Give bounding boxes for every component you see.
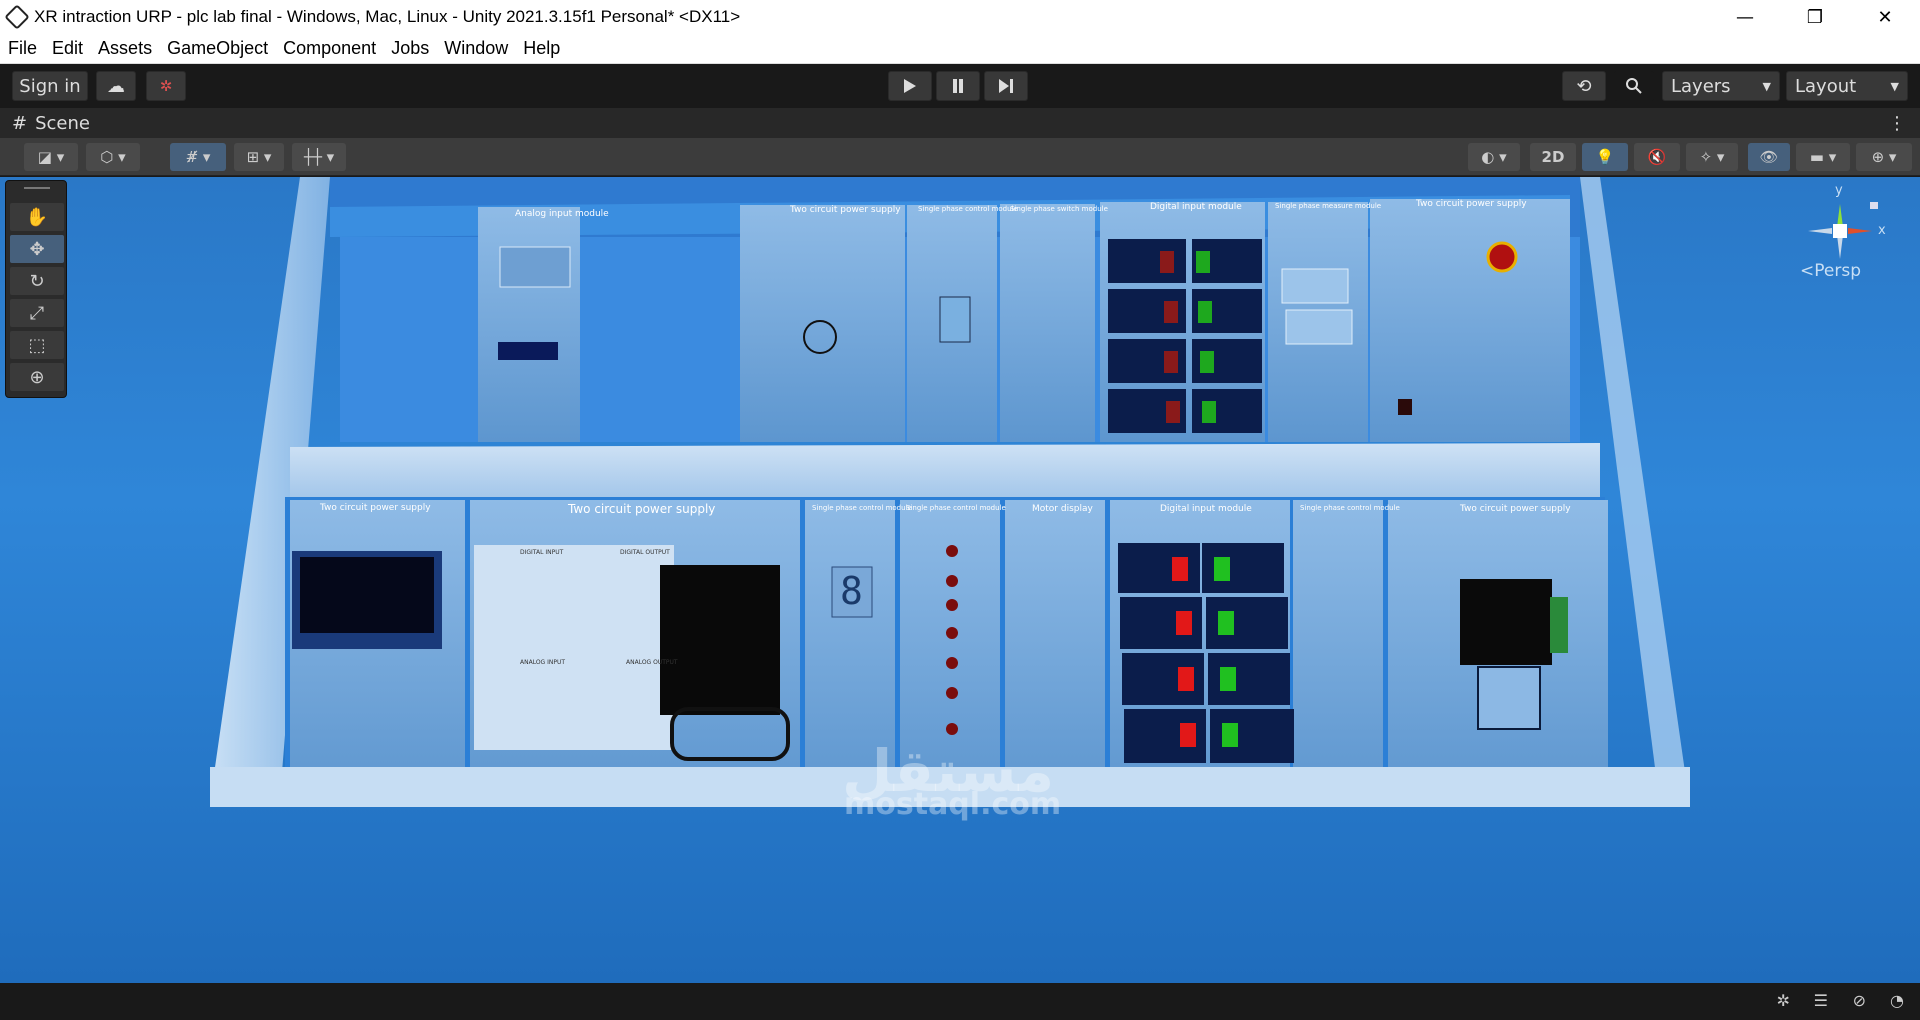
module-title: Single phase switch module [1010, 205, 1108, 213]
rotate-tool-icon[interactable]: ↻ [10, 267, 64, 295]
module-title: Digital input module [1150, 202, 1242, 212]
scene-toolbar: ◪ ▾ ⬡ ▾ #̸ ▾ ⊞ ▾ ┼┼ ▾ ◐ ▾ 2D 💡 🔇 ✧ ▾ 👁 ▬… [0, 138, 1920, 176]
rect-tool-icon[interactable]: ⬚ [10, 331, 64, 359]
module-title: Single phase control module [906, 504, 1006, 512]
draw-mode-icon[interactable]: ◪ ▾ [24, 143, 78, 171]
scene-tab-label: Scene [35, 112, 90, 134]
tool-palette: ✋ ✥ ↻ ⤢ ⬚ ⊕ [5, 180, 67, 398]
watermark-latin: mostaql.com [844, 787, 1062, 822]
camera-icon[interactable]: ▬ ▾ [1796, 143, 1850, 171]
persp-label: Persp [1814, 261, 1861, 281]
menu-window[interactable]: Window [436, 38, 515, 59]
plc-label: DIGITAL OUTPUT [620, 549, 670, 556]
module-title: Analog input module [515, 209, 609, 219]
module-title: Single phase control module [1300, 504, 1400, 512]
hidden-objects-icon[interactable]: 👁 [1748, 143, 1790, 171]
menu-assets[interactable]: Assets [90, 38, 159, 59]
shading-mode-icon[interactable]: ⬡ ▾ [86, 143, 140, 171]
more-options-icon[interactable]: ⋮ [1888, 113, 1906, 134]
history-icon[interactable]: ⟲ [1562, 71, 1606, 101]
window-titlebar: XR intraction URP - plc lab final - Wind… [0, 0, 1920, 34]
menu-gameobject[interactable]: GameObject [159, 38, 275, 59]
gizmo-y-label: y [1835, 183, 1843, 198]
module-title: Two circuit power supply [1460, 504, 1571, 514]
scene-tab[interactable]: # Scene ⋮ [0, 108, 1920, 138]
step-button[interactable] [984, 71, 1028, 101]
menu-file[interactable]: File [0, 38, 44, 59]
menu-component[interactable]: Component [275, 38, 383, 59]
projection-label[interactable]: <Persp [1800, 261, 1861, 281]
sign-in-button[interactable]: Sign in [12, 71, 88, 101]
plc-label: ANALOG OUTPUT [626, 659, 678, 666]
seven-segment-display: 8 [840, 569, 863, 613]
debug-icon[interactable]: ✲ [1777, 991, 1790, 1010]
effects-icon[interactable]: ✧ ▾ [1686, 143, 1738, 171]
module-title: Single phase control module [918, 205, 1018, 213]
pause-button[interactable] [936, 71, 980, 101]
grid-icon[interactable]: ⊞ ▾ [234, 143, 284, 171]
gizmo-x-label: x [1878, 223, 1886, 238]
move-tool-icon[interactable]: ✥ [10, 235, 64, 263]
render-mode-icon[interactable]: ◐ ▾ [1468, 143, 1520, 171]
module-title: Single phase control module [812, 504, 912, 512]
module-title: Two circuit power supply [1416, 199, 1527, 209]
module-title: Two circuit power supply [568, 502, 716, 516]
grid-snap-icon[interactable]: #̸ ▾ [170, 143, 226, 171]
chevron-down-icon: ▼ [1890, 79, 1899, 93]
increment-snap-icon[interactable]: ┼┼ ▾ [292, 143, 346, 171]
main-toolbar: Sign in ☁ ✲ ⟲ Layers ▼ Layout ▼ [0, 64, 1920, 108]
play-button[interactable] [888, 71, 932, 101]
scene-grid-icon: # [12, 112, 28, 134]
chevron-down-icon: ▼ [1762, 79, 1771, 93]
lighting-icon[interactable]: 💡 [1582, 143, 1628, 171]
transform-tool-icon[interactable]: ⊕ [10, 363, 64, 391]
menu-jobs[interactable]: Jobs [383, 38, 436, 59]
cloud-icon[interactable]: ☁ [96, 71, 136, 101]
layout-dropdown[interactable]: Layout ▼ [1786, 71, 1908, 101]
close-button[interactable]: ✕ [1850, 0, 1920, 34]
progress-icon[interactable]: ◔ [1890, 991, 1904, 1010]
2d-toggle-button[interactable]: 2D [1530, 143, 1576, 171]
window-title: XR intraction URP - plc lab final - Wind… [34, 7, 741, 26]
search-icon[interactable] [1614, 71, 1654, 101]
module-title: Two circuit power supply [790, 205, 901, 215]
status-bar: ✲ ☰ ⊘ ◔ [0, 983, 1920, 1020]
menu-help[interactable]: Help [515, 38, 567, 59]
step-icon [999, 79, 1013, 93]
palette-handle[interactable] [24, 187, 50, 189]
layers-label: Layers [1671, 75, 1731, 97]
module-title: Motor display [1032, 504, 1093, 514]
cache-icon[interactable]: ☰ [1814, 991, 1828, 1010]
restore-button[interactable]: ❐ [1780, 0, 1850, 34]
audio-icon[interactable]: 🔇 [1634, 143, 1680, 171]
scale-tool-icon[interactable]: ⤢ [10, 299, 64, 327]
plc-label: DIGITAL INPUT [520, 549, 564, 556]
network-icon[interactable]: ⊘ [1853, 991, 1866, 1010]
plc-label: ANALOG INPUT [520, 659, 566, 666]
module-title: Single phase measure module [1275, 202, 1382, 210]
scene-viewport[interactable]: Analog input module Two circuit power su… [0, 177, 1920, 983]
hand-tool-icon[interactable]: ✋ [10, 203, 64, 231]
play-icon [904, 79, 916, 93]
plc-trainer-3d-model [210, 177, 1690, 807]
menu-bar: File Edit Assets GameObject Component Jo… [0, 34, 1920, 64]
layout-label: Layout [1795, 75, 1857, 97]
magnifier-icon [1626, 78, 1642, 94]
layers-dropdown[interactable]: Layers ▼ [1662, 71, 1780, 101]
collab-icon[interactable]: ✲ [146, 71, 186, 101]
minimize-button[interactable]: — [1710, 0, 1780, 34]
module-title: Digital input module [1160, 504, 1252, 514]
pause-icon [953, 79, 963, 93]
gizmos-icon[interactable]: ⊕ ▾ [1856, 143, 1912, 171]
module-title: Two circuit power supply [320, 503, 431, 513]
unity-logo-icon [4, 4, 30, 30]
menu-edit[interactable]: Edit [44, 38, 90, 59]
